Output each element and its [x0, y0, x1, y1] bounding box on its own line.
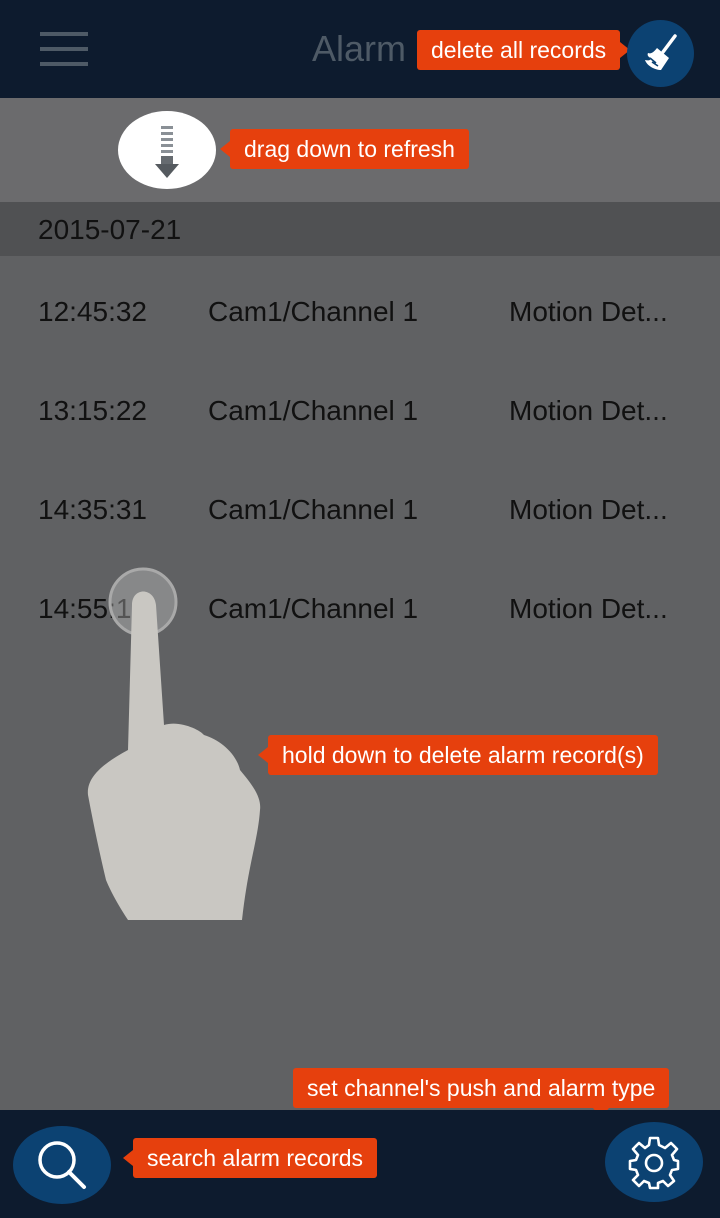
hamburger-menu-icon [40, 32, 88, 36]
hold-delete-tooltip: hold down to delete alarm record(s) [258, 735, 658, 775]
record-type: Motion Det... [509, 494, 668, 525]
hand-pointer-icon [87, 567, 261, 920]
record-type: Motion Det... [509, 593, 668, 624]
record-type: Motion Det... [509, 395, 668, 426]
delete-all-button[interactable] [627, 20, 694, 87]
alarm-record-row[interactable]: 12:45:32 Cam1/Channel 1 Motion Det... [0, 295, 720, 394]
record-channel: Cam1/Channel 1 [208, 395, 419, 426]
menu-button[interactable] [38, 30, 90, 68]
bottom-bar: search alarm records [0, 1110, 720, 1218]
record-type: Motion Det... [509, 296, 668, 327]
page-title: Alarm [312, 28, 407, 69]
search-button[interactable] [13, 1126, 111, 1204]
date-label: 2015-07-21 [38, 214, 182, 245]
search-icon [38, 1141, 86, 1189]
refresh-area[interactable]: drag down to refresh [0, 98, 720, 202]
record-channel: Cam1/Channel 1 [208, 494, 419, 525]
delete-all-tooltip: delete all records [417, 30, 631, 70]
broom-icon [644, 33, 677, 70]
top-bar: Alarm delete all records [0, 0, 720, 98]
refresh-indicator [118, 111, 216, 189]
refresh-tooltip: drag down to refresh [220, 129, 469, 169]
arrow-down-icon [155, 126, 179, 178]
settings-button[interactable] [605, 1122, 703, 1202]
record-time: 12:45:32 [38, 296, 147, 327]
hamburger-line [40, 47, 88, 51]
search-tooltip: search alarm records [122, 1138, 378, 1178]
record-channel: Cam1/Channel 1 [208, 296, 419, 327]
record-time: 14:35:31 [38, 494, 147, 525]
record-time: 13:15:22 [38, 395, 147, 426]
hamburger-line [40, 62, 88, 66]
date-group-header: 2015-07-21 [0, 202, 720, 256]
gear-icon [628, 1136, 680, 1190]
settings-tooltip: set channel's push and alarm type [293, 1068, 670, 1118]
alarm-record-row[interactable]: 13:15:22 Cam1/Channel 1 Motion Det... [0, 394, 720, 493]
